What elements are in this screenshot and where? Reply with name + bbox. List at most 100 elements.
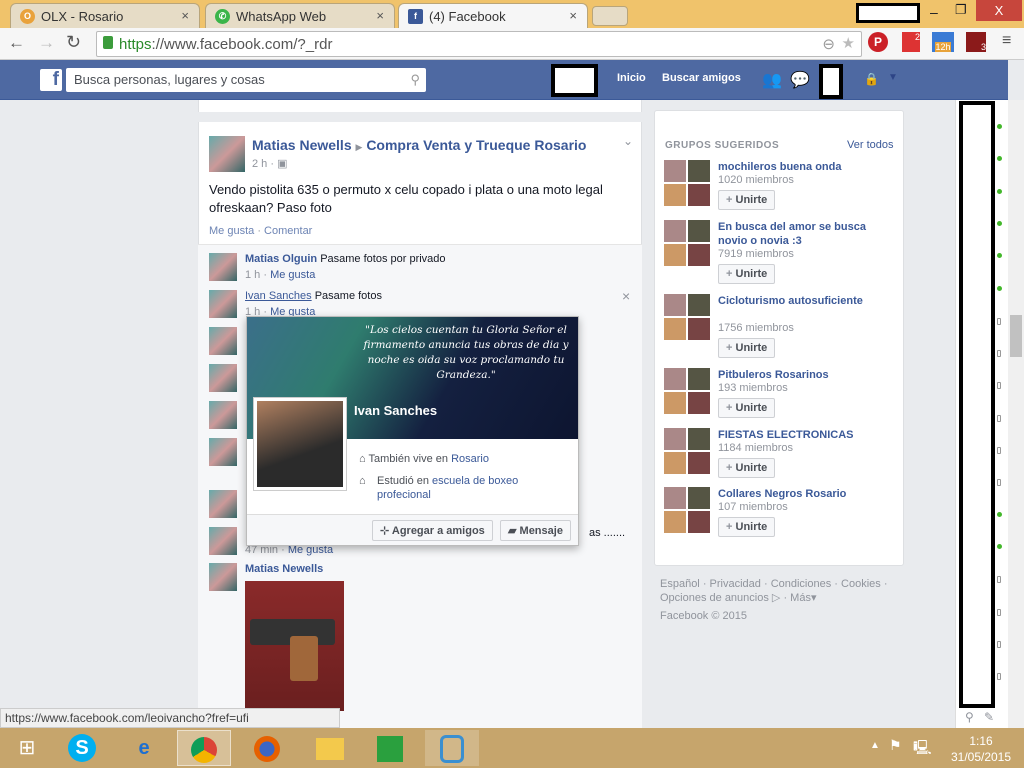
group-photos[interactable] [664, 428, 710, 474]
tab-whatsapp[interactable]: ✆ WhatsApp Web × [205, 3, 395, 28]
avatar[interactable] [209, 290, 237, 318]
footer-link[interactable]: Privacidad [710, 578, 761, 590]
add-friend-button[interactable]: ⊹ Agregar a amigos [372, 520, 493, 541]
search-icon[interactable]: ⚲ [410, 72, 420, 88]
menu-icon[interactable]: ≡ [1002, 32, 1011, 50]
hovercard-name[interactable]: Ivan Sanches [354, 403, 437, 418]
group-name[interactable]: Cicloturismo autosuficiente [718, 294, 868, 308]
tab-olx[interactable]: O OLX - Rosario × [10, 3, 200, 28]
privacy-icon[interactable]: 🔒 [864, 72, 879, 86]
group-photos[interactable] [664, 220, 710, 266]
pinterest-icon[interactable]: P [868, 32, 888, 52]
group-name[interactable]: FIESTAS ELECTRONICAS [718, 428, 868, 442]
comment-time[interactable]: 1 h [245, 269, 260, 281]
tab-facebook[interactable]: f (4) Facebook × [398, 3, 588, 28]
group-photos[interactable] [664, 294, 710, 340]
join-group-button[interactable]: + Unirte [718, 264, 776, 284]
chat-compose-icon[interactable]: ✎ [984, 710, 994, 724]
gun-photo[interactable] [245, 581, 344, 711]
page-scrollbar[interactable] [1008, 100, 1024, 728]
comment-author[interactable]: Matias Olguin [245, 253, 317, 265]
internet-explorer-icon[interactable]: e [117, 730, 171, 766]
skype-icon[interactable]: S [55, 730, 109, 766]
close-tab-icon[interactable]: × [569, 8, 577, 23]
minimize-button[interactable]: – [930, 4, 938, 20]
messages-icon[interactable]: 💬 [790, 70, 810, 90]
back-icon[interactable]: ← [8, 33, 25, 53]
network-icon[interactable]: 🖳 [913, 737, 932, 761]
avatar[interactable] [209, 527, 237, 555]
reload-icon[interactable]: ↻ [66, 32, 81, 53]
clock[interactable]: 1:16 31/05/2015 [946, 733, 1016, 765]
remove-comment-icon[interactable]: × [622, 288, 630, 304]
group-name[interactable]: En busca del amor se busca novio o novia… [718, 220, 868, 248]
extension-icon[interactable]: 2 [902, 32, 920, 52]
url-text: ://www.facebook.com/?_rdr [151, 36, 333, 53]
settings-dropdown-icon[interactable]: ▼ [888, 72, 898, 83]
group-photos[interactable] [664, 160, 710, 206]
group-photos[interactable] [664, 368, 710, 414]
start-button[interactable]: ⊞ [0, 730, 54, 766]
nav-find-friends[interactable]: Buscar amigos [662, 72, 741, 84]
facebook-logo[interactable]: f [40, 69, 62, 91]
friend-requests-icon[interactable]: 👥 [762, 70, 782, 90]
chat-search-icon[interactable]: ⚲ [965, 710, 974, 724]
calendar-extension-icon[interactable]: 12h [932, 32, 954, 52]
avatar[interactable] [209, 253, 237, 281]
join-group-button[interactable]: + Unirte [718, 338, 776, 358]
avatar[interactable] [209, 563, 237, 591]
firefox-icon[interactable] [240, 730, 294, 766]
group-name[interactable]: mochileros buena onda [718, 160, 868, 174]
post-group[interactable]: Compra Venta y Trueque Rosario [366, 137, 586, 153]
ublock-icon[interactable]: 3 [966, 32, 986, 52]
like-link[interactable]: Me gusta [270, 269, 315, 281]
footer-link[interactable]: Cookies [841, 578, 881, 590]
chrome-icon[interactable] [177, 730, 231, 766]
facebook-icon: f [408, 9, 423, 24]
post-author[interactable]: Matias Newells [252, 137, 352, 153]
forward-icon[interactable]: → [38, 33, 55, 53]
bookmark-star-icon[interactable]: ★ [842, 34, 855, 52]
footer-link[interactable]: Más [790, 592, 811, 604]
group-name[interactable]: Pitbuleros Rosarinos [718, 368, 868, 382]
store-icon[interactable] [363, 730, 417, 766]
show-hidden-icons[interactable]: ▲ [870, 740, 880, 751]
close-window-button[interactable]: X [976, 0, 1022, 21]
avatar[interactable] [209, 364, 237, 392]
zoom-icon[interactable]: ⊖ [822, 35, 835, 53]
comment-author[interactable]: Ivan Sanches [245, 290, 312, 302]
like-link[interactable]: Me gusta [209, 225, 254, 237]
comment-author[interactable]: Matias Newells [245, 563, 323, 575]
footer-link[interactable]: Opciones de anuncios [660, 592, 769, 604]
message-button[interactable]: ▰ Mensaje [500, 520, 571, 541]
close-tab-icon[interactable]: × [181, 8, 189, 23]
comment-link[interactable]: Comentar [264, 225, 312, 237]
restore-button[interactable]: ❐ [955, 2, 967, 18]
avatar[interactable] [209, 136, 245, 172]
search-input[interactable]: Busca personas, lugares y cosas ⚲ [66, 68, 426, 92]
footer-link[interactable]: Condiciones [771, 578, 832, 590]
action-center-flag-icon[interactable]: ⚑ [889, 737, 902, 754]
join-group-button[interactable]: + Unirte [718, 458, 776, 478]
avatar[interactable] [209, 438, 237, 466]
avatar[interactable] [209, 401, 237, 429]
lives-place-link[interactable]: Rosario [451, 453, 489, 465]
address-bar[interactable]: https://www.facebook.com/?_rdr ⊖ ★ [96, 31, 862, 57]
avatar[interactable] [209, 490, 237, 518]
profile-picture[interactable] [253, 397, 347, 491]
new-tab-button[interactable] [592, 6, 628, 26]
join-group-button[interactable]: + Unirte [718, 517, 776, 537]
join-group-button[interactable]: + Unirte [718, 190, 776, 210]
see-all-link[interactable]: Ver todos [847, 139, 893, 151]
file-explorer-icon[interactable] [303, 730, 357, 766]
post-time[interactable]: 2 h [252, 158, 267, 170]
group-name[interactable]: Collares Negros Rosario [718, 487, 868, 501]
nav-home[interactable]: Inicio [617, 72, 646, 84]
app-icon[interactable] [425, 730, 479, 766]
post-options-chevron-icon[interactable]: ⌄ [623, 134, 633, 148]
avatar[interactable] [209, 327, 237, 355]
close-tab-icon[interactable]: × [376, 8, 384, 23]
group-photos[interactable] [664, 487, 710, 533]
join-group-button[interactable]: + Unirte [718, 398, 776, 418]
footer-link[interactable]: Español [660, 578, 700, 590]
